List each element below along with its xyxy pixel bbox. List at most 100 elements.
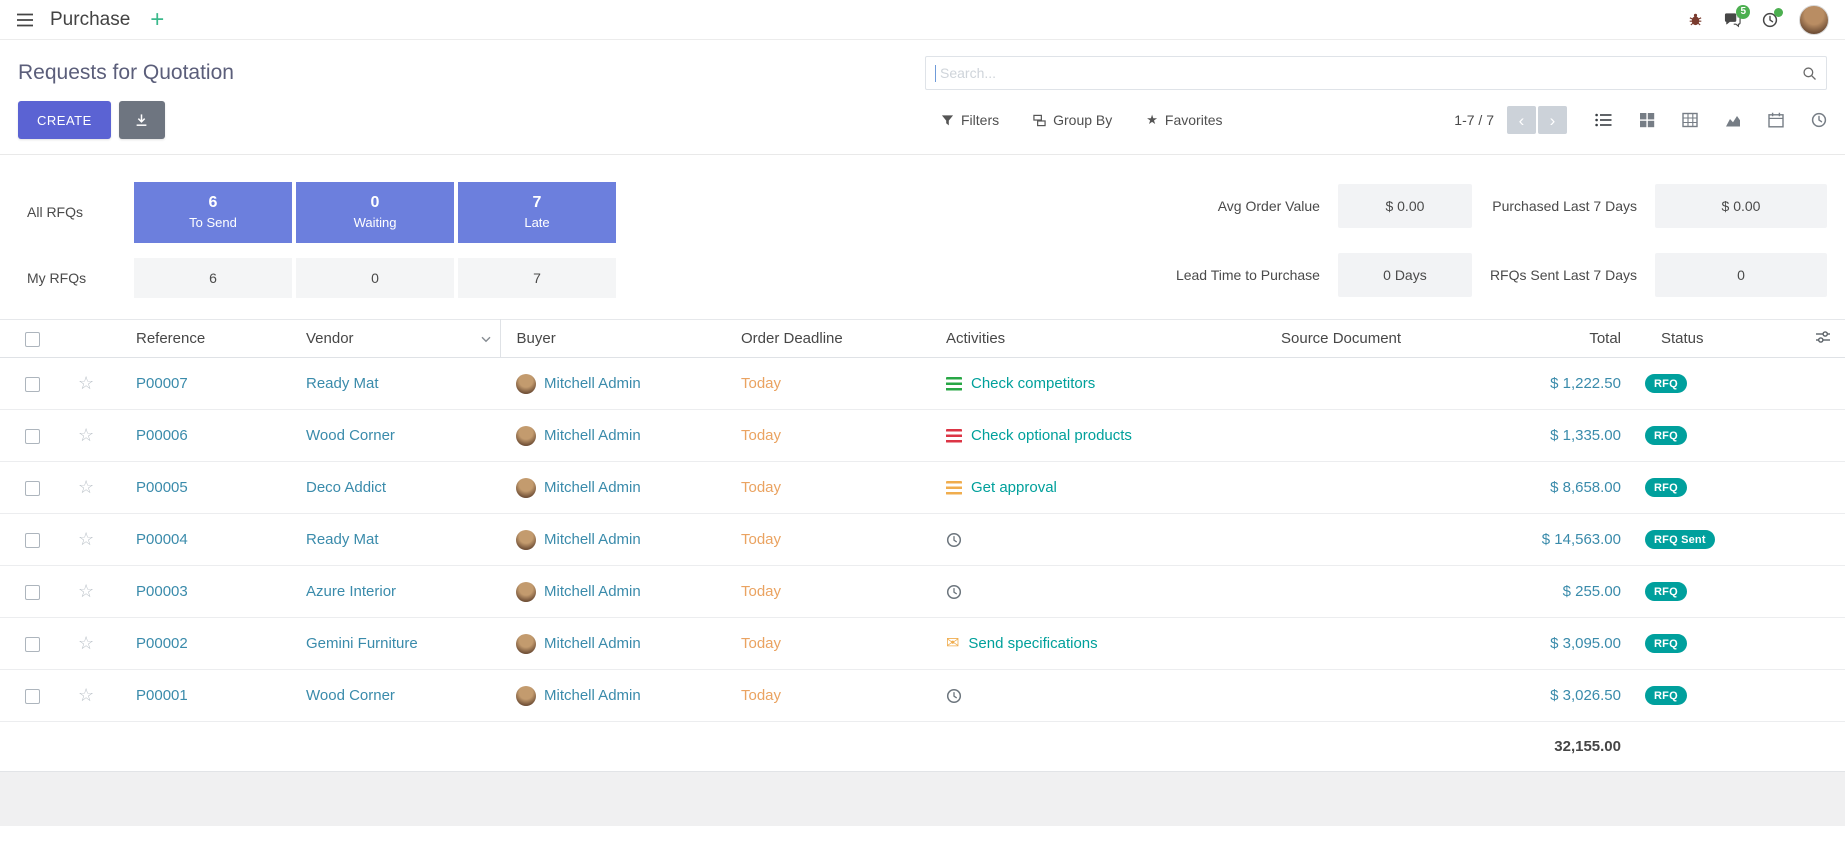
favorite-star-icon[interactable]: ☆ [64, 425, 94, 446]
table-row[interactable]: ☆ P00001 Wood Corner Mitchell Admin Toda… [0, 670, 1845, 722]
apps-menu-icon[interactable] [16, 13, 34, 27]
page-title: Requests for Quotation [18, 61, 234, 85]
row-checkbox[interactable] [25, 689, 40, 704]
col-header-total[interactable]: Total [1505, 320, 1645, 358]
vendor-link[interactable]: Wood Corner [306, 687, 395, 704]
group-by-button[interactable]: Group By [1033, 112, 1112, 128]
buyer-link[interactable]: Mitchell Admin [544, 687, 641, 704]
create-button[interactable]: CREATE [18, 101, 111, 139]
activities-clock-icon[interactable] [1762, 12, 1778, 28]
col-header-activities[interactable]: Activities [930, 320, 1265, 358]
kanban-view-button[interactable] [1639, 112, 1655, 128]
pager-previous-button[interactable]: ‹ [1507, 106, 1536, 134]
tile-my-waiting[interactable]: 0 [296, 258, 454, 298]
row-checkbox[interactable] [25, 481, 40, 496]
buyer-link[interactable]: Mitchell Admin [544, 635, 641, 652]
new-tab-button[interactable]: + [150, 8, 164, 32]
calendar-view-button[interactable] [1768, 112, 1784, 128]
favorite-star-icon[interactable]: ☆ [64, 685, 94, 706]
activity-clock-icon[interactable] [946, 584, 962, 600]
favorite-star-icon[interactable]: ☆ [64, 529, 94, 550]
buyer-avatar [516, 634, 536, 654]
activity-view-button[interactable] [1811, 112, 1827, 128]
buyer-link[interactable]: Mitchell Admin [544, 583, 641, 600]
favorite-star-icon[interactable]: ☆ [64, 633, 94, 654]
vendor-link[interactable]: Gemini Furniture [306, 635, 418, 652]
rfq-reference-link[interactable]: P00003 [136, 583, 188, 600]
activity-summary-link[interactable]: Get approval [971, 479, 1057, 496]
vendor-link[interactable]: Deco Addict [306, 479, 386, 496]
rfq-reference-link[interactable]: P00004 [136, 531, 188, 548]
pivot-view-button[interactable] [1682, 112, 1698, 128]
buyer-link[interactable]: Mitchell Admin [544, 531, 641, 548]
app-title[interactable]: Purchase [50, 9, 130, 31]
order-deadline-value: Today [741, 375, 781, 392]
tile-my-late[interactable]: 7 [458, 258, 616, 298]
pager-next-button[interactable]: › [1538, 106, 1567, 134]
activity-list-icon[interactable] [946, 429, 962, 443]
favorite-star-icon[interactable]: ☆ [64, 581, 94, 602]
waiting-label: Waiting [354, 215, 397, 230]
rfq-reference-link[interactable]: P00002 [136, 635, 188, 652]
row-checkbox[interactable] [25, 585, 40, 600]
graph-view-button[interactable] [1725, 112, 1741, 128]
buyer-link[interactable]: Mitchell Admin [544, 427, 641, 444]
col-header-status[interactable]: Status [1645, 320, 1800, 358]
col-header-vendor[interactable]: Vendor [290, 320, 500, 358]
rfq-reference-link[interactable]: P00006 [136, 427, 188, 444]
activity-list-icon[interactable] [946, 481, 962, 495]
row-checkbox[interactable] [25, 429, 40, 444]
debug-bug-icon[interactable] [1688, 12, 1703, 27]
table-row[interactable]: ☆ P00004 Ready Mat Mitchell Admin Today … [0, 514, 1845, 566]
table-row[interactable]: ☆ P00007 Ready Mat Mitchell Admin Today … [0, 358, 1845, 410]
tile-waiting[interactable]: 0 Waiting [296, 182, 454, 243]
vendor-link[interactable]: Ready Mat [306, 531, 379, 548]
col-header-source-document[interactable]: Source Document [1265, 320, 1505, 358]
table-row[interactable]: ☆ P00002 Gemini Furniture Mitchell Admin… [0, 618, 1845, 670]
optional-columns-icon[interactable] [1815, 332, 1831, 349]
search-icon[interactable] [1802, 66, 1817, 81]
tile-to-send[interactable]: 6 To Send [134, 182, 292, 243]
tile-late[interactable]: 7 Late [458, 182, 616, 243]
select-all-checkbox[interactable] [25, 332, 40, 347]
buyer-link[interactable]: Mitchell Admin [544, 375, 641, 392]
table-row[interactable]: ☆ P00003 Azure Interior Mitchell Admin T… [0, 566, 1845, 618]
my-rfqs-label[interactable]: My RFQs [18, 270, 130, 286]
favorite-star-icon[interactable]: ☆ [64, 373, 94, 394]
table-row[interactable]: ☆ P00005 Deco Addict Mitchell Admin Toda… [0, 462, 1845, 514]
rfq-reference-link[interactable]: P00005 [136, 479, 188, 496]
rfq-reference-link[interactable]: P00001 [136, 687, 188, 704]
row-checkbox[interactable] [25, 533, 40, 548]
col-header-order-deadline[interactable]: Order Deadline [725, 320, 930, 358]
search-bar[interactable] [925, 56, 1827, 90]
vendor-link[interactable]: Wood Corner [306, 427, 395, 444]
activity-envelope-icon[interactable]: ✉ [946, 636, 959, 652]
vendor-link[interactable]: Ready Mat [306, 375, 379, 392]
to-send-count: 6 [209, 194, 218, 212]
favorites-button[interactable]: ★ Favorites [1146, 112, 1222, 128]
export-button[interactable] [119, 101, 165, 139]
activity-list-icon[interactable] [946, 377, 962, 391]
messages-icon[interactable]: 5 [1724, 12, 1741, 28]
activity-summary-link[interactable]: Check competitors [971, 375, 1095, 392]
activity-summary-link[interactable]: Send specifications [968, 635, 1097, 652]
buyer-link[interactable]: Mitchell Admin [544, 479, 641, 496]
activity-summary-link[interactable]: Check optional products [971, 427, 1132, 444]
tile-my-to-send[interactable]: 6 [134, 258, 292, 298]
all-rfqs-label[interactable]: All RFQs [18, 204, 130, 220]
col-header-reference[interactable]: Reference [120, 320, 290, 358]
table-row[interactable]: ☆ P00006 Wood Corner Mitchell Admin Toda… [0, 410, 1845, 462]
activity-clock-icon[interactable] [946, 532, 962, 548]
filters-button[interactable]: Filters [941, 112, 999, 128]
favorite-star-icon[interactable]: ☆ [64, 477, 94, 498]
col-header-buyer[interactable]: Buyer [500, 320, 725, 358]
row-checkbox[interactable] [25, 637, 40, 652]
user-avatar[interactable] [1799, 5, 1829, 35]
vendor-link[interactable]: Azure Interior [306, 583, 396, 600]
list-view-button[interactable] [1595, 112, 1612, 128]
late-count: 7 [533, 194, 542, 212]
search-input[interactable] [936, 65, 1826, 81]
activity-clock-icon[interactable] [946, 688, 962, 704]
row-checkbox[interactable] [25, 377, 40, 392]
rfq-reference-link[interactable]: P00007 [136, 375, 188, 392]
